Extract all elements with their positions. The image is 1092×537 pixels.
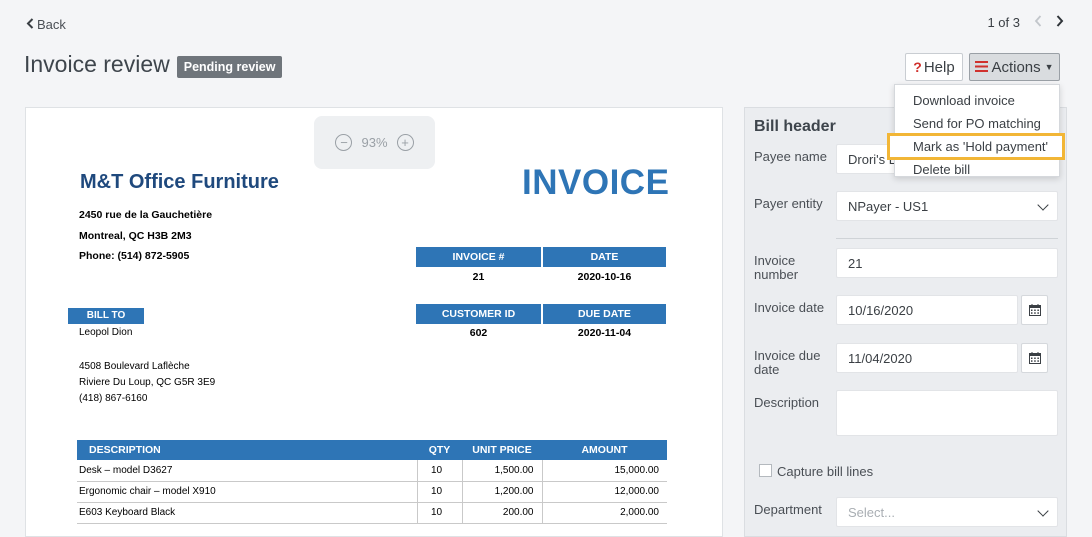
bill-to-address-line: 4508 Boulevard Laflèche [79, 361, 190, 372]
bill-to-header: BILL TO [68, 308, 144, 324]
vendor-address-line: 2450 rue de la Gauchetière [79, 209, 213, 221]
page-title: Invoice review [24, 51, 170, 77]
line-description: E603 Keyboard Black [77, 502, 417, 524]
line-qty: 10 [416, 460, 462, 482]
bill-to-phone: (418) 867-6160 [79, 393, 148, 404]
payee-name-label: Payee name [754, 149, 827, 164]
department-label: Department [754, 502, 822, 517]
invoice-date-label: Invoice date [754, 300, 825, 315]
vendor-phone: Phone: (514) 872-5905 [79, 250, 190, 262]
zoom-in-icon[interactable]: + [396, 134, 414, 151]
description-label: Description [754, 395, 820, 410]
line-amount: 2,000.00 [541, 502, 667, 524]
line-items-table: DESCRIPTION QTY UNIT PRICE AMOUNT Desk –… [77, 440, 667, 524]
actions-menu: Download invoice Send for PO matching Ma… [887, 84, 1065, 177]
bill-to-address-line: Riviere Du Loup, QC G5R 3E9 [79, 377, 216, 388]
line-description: Desk – model D3627 [77, 460, 417, 482]
invoice-number-value: 21 [472, 271, 485, 283]
capture-bill-lines-checkbox[interactable] [759, 464, 772, 477]
column-header: AMOUNT [542, 440, 667, 460]
description-field[interactable] [836, 390, 1058, 436]
line-description: Ergonomic chair – model X910 [77, 481, 417, 503]
invoice-document: − 93% + M&T Office Furniture INVOICE 245… [25, 107, 723, 537]
chevron-down-icon [1037, 199, 1049, 211]
divider [836, 238, 1058, 239]
chevron-down-icon [1037, 505, 1049, 517]
menu-item-send-for-po-matching[interactable]: Send for PO matching [895, 112, 1059, 135]
zoom-level: 93% [361, 135, 388, 150]
back-label: Back [37, 17, 66, 32]
invoice-number-field[interactable]: 21 [836, 248, 1058, 278]
help-button[interactable]: ? Help [905, 53, 963, 81]
invoice-date-value: 10/16/2020 [848, 302, 914, 318]
menu-item-download-invoice[interactable]: Download invoice [895, 89, 1059, 112]
calendar-icon[interactable] [1021, 343, 1048, 373]
vendor-address-line: Montreal, QC H3B 2M3 [79, 230, 192, 242]
line-unit-price: 1,500.00 [461, 460, 542, 482]
column-header: QTY [417, 440, 462, 460]
department-placeholder: Select... [848, 504, 895, 520]
actions-button[interactable]: Actions ▼ [969, 53, 1060, 81]
line-unit-price: 200.00 [461, 502, 542, 524]
column-header: UNIT PRICE [462, 440, 542, 460]
customer-id-header: CUSTOMER ID [416, 304, 541, 324]
date-value: 2020-10-16 [577, 271, 632, 283]
invoice-due-date-field[interactable]: 11/04/2020 [836, 343, 1018, 373]
invoice-number-header: INVOICE # [416, 247, 541, 267]
line-qty: 10 [416, 481, 462, 503]
table-row: Ergonomic chair – model X910 10 1,200.00… [77, 481, 667, 503]
caret-down-icon: ▼ [1044, 62, 1054, 72]
menu-icon [975, 59, 989, 76]
customer-id-value: 602 [469, 327, 488, 339]
invoice-due-date-value: 11/04/2020 [848, 350, 913, 366]
table-header-row: DESCRIPTION QTY UNIT PRICE AMOUNT [77, 440, 667, 460]
previous-icon[interactable] [1034, 14, 1042, 31]
invoice-number-input-value: 21 [848, 255, 863, 271]
invoice-heading: INVOICE [522, 163, 670, 202]
help-label: Help [923, 58, 955, 76]
invoice-due-date-label: Invoice due date [754, 348, 821, 377]
zoom-control: − 93% + [314, 116, 435, 169]
capture-bill-lines-label: Capture bill lines [777, 464, 874, 479]
line-qty: 10 [416, 502, 462, 524]
next-icon[interactable] [1056, 14, 1064, 31]
payer-entity-label: Payer entity [754, 196, 823, 211]
line-amount: 15,000.00 [541, 460, 667, 482]
menu-item-delete-bill[interactable]: Delete bill [895, 158, 1059, 181]
table-row: E603 Keyboard Black 10 200.00 2,000.00 [77, 502, 667, 524]
back-link[interactable]: Back [26, 17, 66, 32]
payer-entity-select[interactable]: NPayer - US1 [836, 191, 1058, 221]
actions-label: Actions [991, 58, 1041, 76]
vendor-name: M&T Office Furniture [80, 171, 279, 193]
menu-item-hold-payment[interactable]: Mark as 'Hold payment' [887, 133, 1065, 160]
bill-to-name: Leopol Dion [79, 327, 133, 338]
status-badge: Pending review [176, 55, 283, 78]
line-amount: 12,000.00 [541, 481, 667, 503]
due-date-value: 2020-11-04 [577, 327, 632, 339]
date-header: DATE [543, 247, 666, 267]
chevron-left-icon [26, 17, 34, 32]
line-unit-price: 1,200.00 [461, 481, 542, 503]
pager: 1 of 3 [987, 14, 1064, 31]
bill-header-title: Bill header [754, 118, 836, 135]
payer-entity-value: NPayer - US1 [848, 198, 929, 214]
column-header: DESCRIPTION [77, 440, 417, 460]
pager-text: 1 of 3 [987, 15, 1020, 30]
table-row: Desk – model D3627 10 1,500.00 15,000.00 [77, 460, 667, 482]
zoom-out-icon[interactable]: − [335, 134, 353, 151]
due-date-header: DUE DATE [543, 304, 666, 324]
question-icon: ? [913, 59, 922, 75]
invoice-date-field[interactable]: 10/16/2020 [836, 295, 1018, 325]
page-header: Invoice review Pending review [24, 51, 283, 78]
calendar-icon[interactable] [1021, 295, 1048, 325]
invoice-number-label: Invoice number [754, 253, 799, 282]
